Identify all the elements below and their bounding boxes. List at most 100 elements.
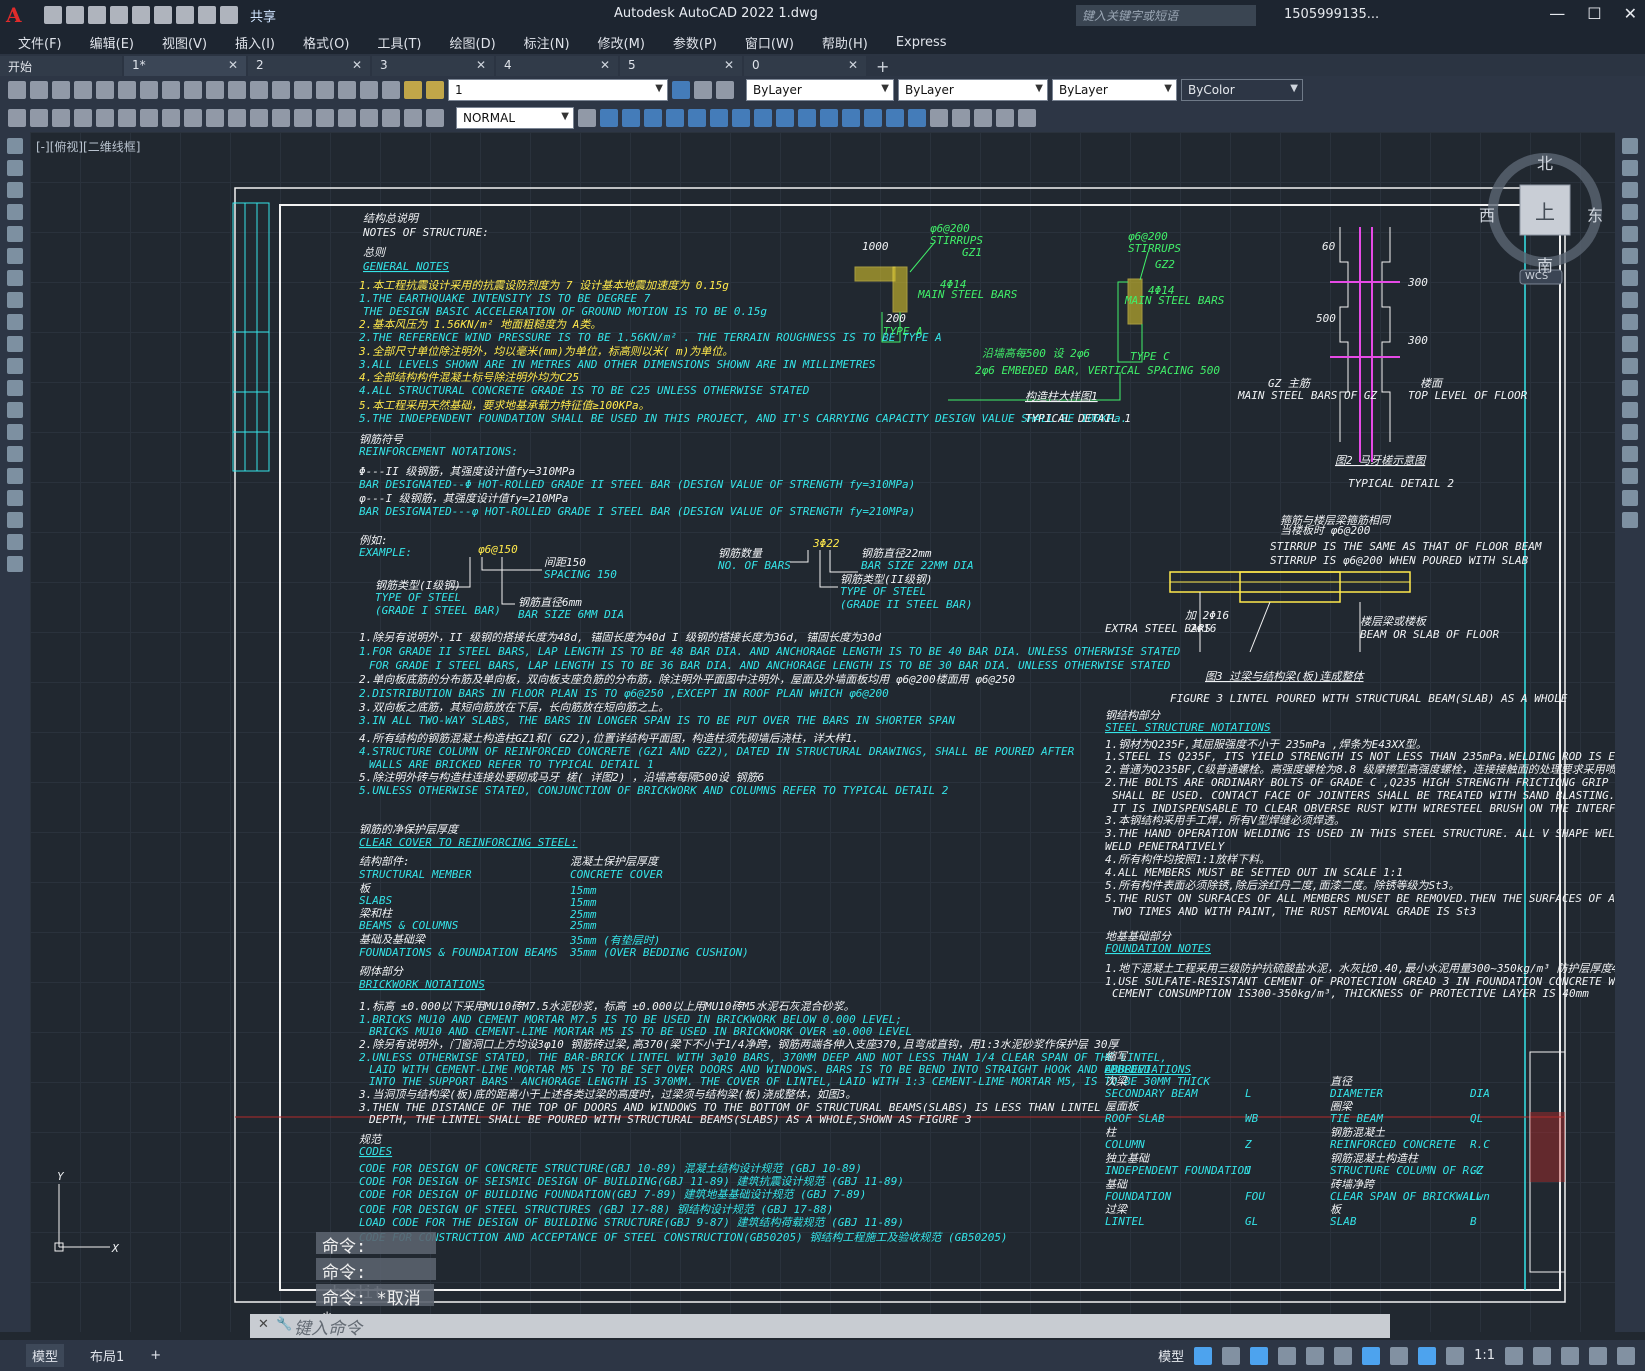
close-icon[interactable]: ✕ bbox=[1624, 4, 1637, 23]
table-icon[interactable] bbox=[1018, 109, 1036, 127]
compass-west[interactable]: 西 bbox=[1479, 202, 1495, 226]
search-input[interactable]: 键入关键字或短语 bbox=[1076, 5, 1256, 26]
command-line[interactable]: ✕ 🔧 键入命令 bbox=[250, 1314, 1390, 1339]
close-command-icon[interactable]: ✕ bbox=[258, 1317, 269, 1332]
move-icon[interactable] bbox=[1622, 248, 1638, 264]
menu-draw[interactable]: 绘图(D) bbox=[450, 33, 496, 52]
mirror-icon[interactable] bbox=[644, 109, 662, 127]
multiline-text-icon[interactable] bbox=[7, 534, 23, 550]
menu-view[interactable]: 视图(V) bbox=[162, 33, 207, 52]
close-tab-icon[interactable]: ✕ bbox=[600, 58, 610, 72]
quick-dim-icon[interactable] bbox=[184, 109, 202, 127]
isolate-objects-icon[interactable] bbox=[1561, 1346, 1579, 1365]
trim-icon[interactable] bbox=[776, 109, 794, 127]
color-select[interactable]: ByLayer ▼ bbox=[746, 79, 894, 101]
share-button[interactable]: 共享 bbox=[250, 6, 276, 25]
dim-ordinate-icon[interactable] bbox=[74, 109, 92, 127]
clean-screen-icon[interactable] bbox=[1589, 1346, 1607, 1365]
extend-icon[interactable] bbox=[1622, 358, 1638, 374]
rotate-icon[interactable] bbox=[710, 109, 728, 127]
scale-icon[interactable] bbox=[1622, 292, 1638, 308]
break-icon[interactable] bbox=[1622, 402, 1638, 418]
stretch-icon[interactable] bbox=[1622, 314, 1638, 330]
rectangle-icon[interactable] bbox=[7, 226, 23, 242]
add-selected-icon[interactable] bbox=[7, 556, 23, 572]
tolerance-icon[interactable] bbox=[294, 109, 312, 127]
layer-select[interactable]: 1 ▼ bbox=[448, 79, 668, 101]
help-icon[interactable] bbox=[382, 81, 400, 99]
close-tab-icon[interactable]: ✕ bbox=[724, 58, 734, 72]
menu-help[interactable]: 帮助(H) bbox=[822, 33, 868, 52]
revcloud-icon[interactable] bbox=[7, 292, 23, 308]
inspect-icon[interactable] bbox=[338, 109, 356, 127]
make-block-icon[interactable] bbox=[952, 109, 970, 127]
mirror-icon[interactable] bbox=[1622, 182, 1638, 198]
offset-icon[interactable] bbox=[666, 109, 684, 127]
explode-icon[interactable] bbox=[1622, 512, 1638, 528]
plot-icon[interactable] bbox=[176, 6, 194, 24]
layer-properties-icon[interactable] bbox=[672, 81, 690, 99]
line-icon[interactable] bbox=[7, 138, 23, 154]
fillet-icon[interactable] bbox=[1622, 468, 1638, 484]
dim-break-icon[interactable] bbox=[272, 109, 290, 127]
ellipse-icon[interactable] bbox=[7, 336, 23, 352]
scale-icon[interactable] bbox=[732, 109, 750, 127]
close-tab-icon[interactable]: ✕ bbox=[848, 58, 858, 72]
preview-icon[interactable] bbox=[96, 81, 114, 99]
point-icon[interactable] bbox=[974, 109, 992, 127]
ortho-icon[interactable] bbox=[1250, 1346, 1269, 1365]
menu-edit[interactable]: 编辑(E) bbox=[90, 33, 134, 52]
undo-icon[interactable] bbox=[206, 81, 224, 99]
menu-express[interactable]: Express bbox=[896, 35, 947, 50]
table-icon[interactable] bbox=[7, 512, 23, 528]
tab-4[interactable]: 4 ✕ bbox=[496, 56, 618, 76]
insert-block-icon[interactable] bbox=[930, 109, 948, 127]
close-tab-icon[interactable]: ✕ bbox=[476, 58, 486, 72]
undo-icon[interactable] bbox=[198, 6, 216, 24]
command-input[interactable]: 键入命令 bbox=[294, 1314, 362, 1339]
break-at-point-icon[interactable] bbox=[1622, 380, 1638, 396]
polyline-icon[interactable] bbox=[7, 182, 23, 198]
plotstyle-select[interactable]: ByColor ▼ bbox=[1181, 79, 1303, 101]
maximize-icon[interactable]: ☐ bbox=[1587, 4, 1601, 23]
tool-palette-icon[interactable] bbox=[360, 81, 378, 99]
new-icon[interactable] bbox=[44, 6, 62, 24]
add-layout-icon[interactable]: + bbox=[150, 1348, 161, 1363]
dim-jogged-icon[interactable] bbox=[118, 109, 136, 127]
copy-object-icon[interactable] bbox=[622, 109, 640, 127]
zoom-icon[interactable] bbox=[272, 81, 290, 99]
ellipse-arc-icon[interactable] bbox=[7, 358, 23, 374]
isodraft-icon[interactable] bbox=[1306, 1346, 1325, 1365]
layer-previous-icon[interactable] bbox=[716, 81, 734, 99]
lineweight-icon[interactable] bbox=[1390, 1346, 1409, 1365]
tab-0[interactable]: 0 ✕ bbox=[744, 56, 866, 76]
menu-file[interactable]: 文件(F) bbox=[18, 33, 62, 52]
dim-diameter-icon[interactable] bbox=[140, 109, 158, 127]
join-icon[interactable] bbox=[842, 109, 860, 127]
hatch-icon[interactable] bbox=[996, 109, 1014, 127]
save-as-icon[interactable] bbox=[110, 6, 128, 24]
explode-icon[interactable] bbox=[908, 109, 926, 127]
menu-dimension[interactable]: 标注(N) bbox=[524, 33, 570, 52]
autocad-logo-icon[interactable]: A bbox=[6, 3, 30, 27]
menu-insert[interactable]: 插入(I) bbox=[235, 33, 275, 52]
save-icon[interactable] bbox=[52, 81, 70, 99]
chamfer-icon[interactable] bbox=[864, 109, 882, 127]
object-snap-icon[interactable] bbox=[1362, 1346, 1381, 1365]
trim-icon[interactable] bbox=[1622, 336, 1638, 352]
menu-modify[interactable]: 修改(M) bbox=[598, 33, 645, 52]
hatch-icon[interactable] bbox=[7, 446, 23, 462]
annotation-scale[interactable]: 1:1 bbox=[1474, 1348, 1495, 1363]
dim-arc-icon[interactable] bbox=[52, 109, 70, 127]
menu-window[interactable]: 窗口(W) bbox=[745, 33, 794, 52]
insert-block-icon[interactable] bbox=[7, 380, 23, 396]
chamfer-icon[interactable] bbox=[1622, 446, 1638, 462]
viewcube[interactable]: 北 南 东 西 上 WCS bbox=[1475, 152, 1605, 292]
layer-freeze-icon[interactable] bbox=[426, 81, 444, 99]
break-icon[interactable] bbox=[820, 109, 838, 127]
model-space-toggle[interactable]: 模型 bbox=[1158, 1346, 1184, 1365]
compass-east[interactable]: 东 bbox=[1587, 202, 1603, 226]
jog-line-icon[interactable] bbox=[360, 109, 378, 127]
lineweight-select[interactable]: ByLayer ▼ bbox=[1052, 79, 1177, 101]
workspace-gear-icon[interactable] bbox=[1505, 1346, 1523, 1365]
